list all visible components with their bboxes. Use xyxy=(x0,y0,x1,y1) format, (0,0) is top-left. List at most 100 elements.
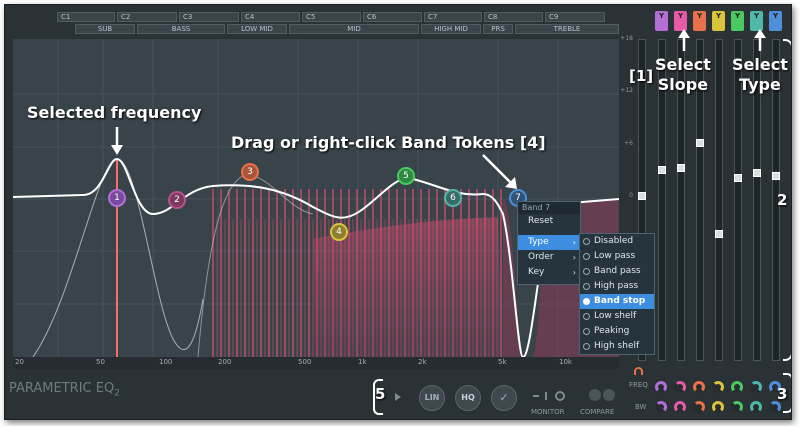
band-token-label: 3 xyxy=(247,167,253,177)
slider-handle[interactable] xyxy=(677,164,685,172)
bw-knob-6[interactable] xyxy=(750,401,762,413)
type-option-label: Low pass xyxy=(594,251,636,261)
slope-type-button-3[interactable]: Y xyxy=(693,11,706,31)
slider-handle[interactable] xyxy=(734,174,742,182)
callout-arrow-selected-frequency xyxy=(111,127,123,155)
freq-tick-label: 500 xyxy=(298,358,312,366)
monitor-toggle[interactable] xyxy=(533,391,573,401)
callout-3: 3 xyxy=(777,385,788,403)
freq-knob-4[interactable] xyxy=(712,381,724,393)
lin-button[interactable]: LIN xyxy=(419,385,445,411)
bw-knob-1[interactable] xyxy=(655,401,667,413)
radio-icon xyxy=(583,283,590,290)
callout-2: 2 xyxy=(777,191,788,209)
freq-knob-5[interactable] xyxy=(731,381,743,393)
band-token-6[interactable]: 6 xyxy=(444,189,462,207)
freq-tick-label: 1k xyxy=(358,358,367,366)
callout-select-slope: Select Slope xyxy=(655,55,711,95)
band-token-1[interactable]: 1 xyxy=(108,189,126,207)
filter-type-icon: Y xyxy=(734,12,741,20)
slider-handle[interactable] xyxy=(753,169,761,177)
play-icon[interactable] xyxy=(395,393,401,401)
slope-type-button-2[interactable]: Y xyxy=(674,11,687,31)
slope-type-button-5[interactable]: Y xyxy=(731,11,744,31)
type-option[interactable]: High pass xyxy=(580,279,654,294)
band-cell: PRS xyxy=(483,24,513,34)
band-token-label: 5 xyxy=(403,171,409,181)
chevron-right-icon: › xyxy=(572,268,576,277)
hq-button[interactable]: HQ xyxy=(455,385,481,411)
slider-handle[interactable] xyxy=(638,192,646,200)
lin-label: LIN xyxy=(424,393,440,402)
type-option-label: Disabled xyxy=(594,236,634,246)
band-cell: SUB xyxy=(75,24,135,34)
checkmark-button[interactable]: ✓ xyxy=(491,385,517,411)
note-cell: C9 xyxy=(545,12,605,22)
menu-item-key[interactable]: Key › xyxy=(518,265,580,280)
slider-handle[interactable] xyxy=(658,166,666,174)
type-option[interactable]: Disabled xyxy=(580,234,654,249)
band-token-2[interactable]: 2 xyxy=(168,191,186,209)
band-token-3[interactable]: 3 xyxy=(241,163,259,181)
callout-1: [1] xyxy=(629,67,654,85)
note-cell: C8 xyxy=(484,12,543,22)
band-token-label: 1 xyxy=(114,193,120,203)
chevron-right-icon: › xyxy=(572,238,576,247)
menu-item-type[interactable]: Type › xyxy=(518,235,580,250)
bw-knob-2[interactable] xyxy=(674,401,686,413)
callout-drag-tokens: Drag or right-click Band Tokens [4] xyxy=(231,133,546,152)
context-menu-header: Band 7 xyxy=(518,202,580,214)
type-option[interactable]: Band stop xyxy=(580,294,654,309)
band-context-menu: Band 7 Reset Type › Order › Key › xyxy=(517,201,581,285)
slope-type-button-6[interactable]: Y xyxy=(750,11,763,31)
callout-arrow-slope xyxy=(678,29,690,51)
freq-tick-label: 2k xyxy=(418,358,427,366)
bw-knob-4[interactable] xyxy=(712,401,724,413)
band-token-4[interactable]: 4 xyxy=(330,223,348,241)
slope-type-button-4[interactable]: Y xyxy=(712,11,725,31)
freq-label: FREQ xyxy=(629,381,648,389)
freq-knob-3[interactable] xyxy=(693,381,705,393)
filter-type-icon: Y xyxy=(677,12,684,20)
menu-item-order[interactable]: Order › xyxy=(518,250,580,265)
type-option[interactable]: Peaking xyxy=(580,324,654,339)
type-option[interactable]: Low shelf xyxy=(580,309,654,324)
slope-type-button-1[interactable]: Y xyxy=(655,11,668,31)
band-cell: MID xyxy=(289,24,419,34)
compare-arrows-icon[interactable] xyxy=(587,385,617,405)
type-option[interactable]: Band pass xyxy=(580,264,654,279)
freq-knob-2[interactable] xyxy=(674,381,686,393)
radio-icon xyxy=(583,298,590,305)
slider-handle[interactable] xyxy=(715,230,723,238)
bw-knob-3[interactable] xyxy=(693,401,705,413)
slider-handle[interactable] xyxy=(772,172,780,180)
monitor-switch-icon xyxy=(533,395,539,397)
freq-tick-label: 20 xyxy=(15,358,24,366)
monitor-label: MONITOR xyxy=(531,408,565,416)
gain-slider-4[interactable] xyxy=(715,39,723,361)
freq-knob-6[interactable] xyxy=(750,381,762,393)
eq-graph[interactable]: 1 2 3 4 5 6 7 Band 7 Reset Type › Order › … xyxy=(13,39,655,357)
headphone-icon[interactable] xyxy=(634,367,643,375)
slider-handle[interactable] xyxy=(696,139,704,147)
compare-label: COMPARE xyxy=(580,408,615,416)
bw-knob-5[interactable] xyxy=(731,401,743,413)
freq-tick-label: 100 xyxy=(159,358,173,366)
callout-selected-frequency: Selected frequency xyxy=(27,103,202,122)
band-cell: HIGH MID xyxy=(421,24,481,34)
monitor-switch-icon xyxy=(545,392,547,400)
filter-type-icon: Y xyxy=(696,12,703,20)
type-option[interactable]: Low pass xyxy=(580,249,654,264)
hq-label: HQ xyxy=(461,393,475,402)
bw-label: BW xyxy=(635,403,647,411)
db-tick-label: +18 xyxy=(620,35,633,42)
slope-type-button-7[interactable]: Y xyxy=(769,11,782,31)
menu-item-reset[interactable]: Reset xyxy=(518,214,580,229)
note-ruler: C1 C2 C3 C4 C5 C6 C7 C8 C9 xyxy=(13,12,619,22)
type-option-label: Band pass xyxy=(594,266,641,276)
note-cell: C7 xyxy=(424,12,482,22)
band-token-5[interactable]: 5 xyxy=(397,167,415,185)
freq-knob-1[interactable] xyxy=(655,381,667,393)
callout-arrow-drag-tokens xyxy=(482,154,517,189)
type-option[interactable]: High shelf xyxy=(580,339,654,354)
